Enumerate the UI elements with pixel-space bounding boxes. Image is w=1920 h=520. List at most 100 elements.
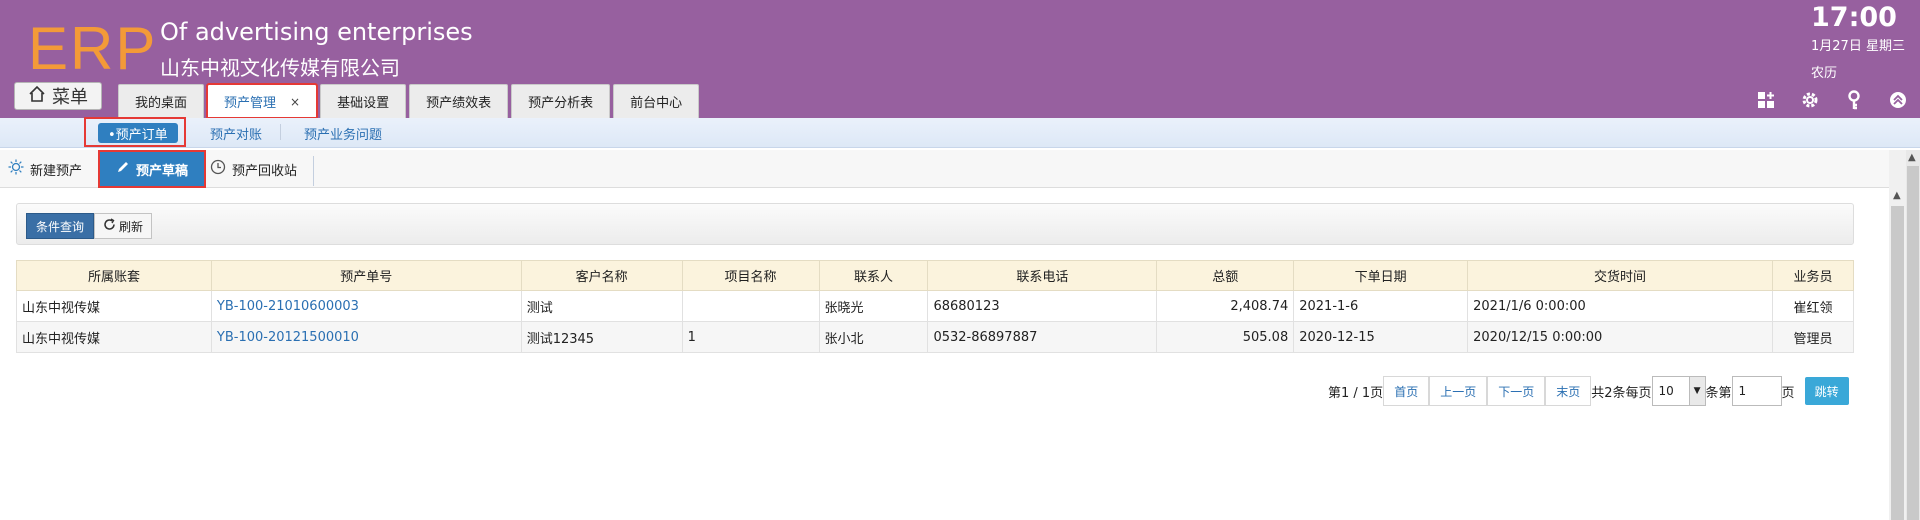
window-scrollbar[interactable]: ▲: [1906, 150, 1920, 520]
subnav-business-issues[interactable]: 预产业务问题: [304, 123, 382, 143]
total-text: 共2条每页: [1591, 385, 1652, 401]
pencil-icon: [116, 160, 130, 178]
column-header[interactable]: 业务员: [1771, 260, 1855, 291]
tab-bar: 我的桌面 预产管理 × 基础设置 预产绩效表 预产分析表 前台中心: [118, 83, 700, 119]
column-header[interactable]: 所属账套: [16, 260, 212, 291]
gear-icon[interactable]: [1800, 90, 1820, 110]
cell-customer: 测试12345: [520, 321, 683, 353]
scrollbar-thumb[interactable]: [1907, 166, 1919, 520]
grid-add-icon[interactable]: [1756, 90, 1776, 110]
page-size-select[interactable]: 10 ▼: [1651, 376, 1706, 406]
collapse-icon[interactable]: [1888, 90, 1908, 110]
column-header[interactable]: 联系人: [818, 260, 929, 291]
separator: [280, 124, 281, 140]
tab-basic-settings[interactable]: 基础设置: [320, 84, 407, 118]
tab-performance-table[interactable]: 预产绩效表: [409, 84, 509, 118]
clock-lunar: 农历: [1811, 66, 1838, 81]
cell-delivery-time: 2021/1/6 0:00:00: [1467, 290, 1773, 322]
clock-time: 17:00: [1811, 2, 1897, 33]
scroll-up-icon[interactable]: ▲: [1908, 152, 1916, 163]
cell-order-date: 2020-12-15: [1293, 321, 1469, 353]
table-row[interactable]: 山东中视传媒 YB-100-20121500010 测试12345 1 张小北 …: [16, 321, 1855, 353]
jump-button[interactable]: 跳转: [1804, 377, 1849, 405]
column-header[interactable]: 联系电话: [927, 260, 1158, 291]
cell-total: 2,408.74: [1156, 290, 1295, 322]
tab-front-center[interactable]: 前台中心: [613, 84, 700, 118]
tab-label: 预产绩效表: [426, 96, 492, 111]
clock-icon: [210, 159, 226, 179]
subnav-reconciliation[interactable]: 预产对账: [210, 123, 262, 143]
tab-preproduction-management[interactable]: 预产管理 ×: [206, 83, 319, 119]
column-header[interactable]: 下单日期: [1293, 260, 1469, 291]
cell-contact: 张小北: [818, 321, 929, 353]
menu-button[interactable]: 菜单: [14, 82, 102, 110]
company-name-cn: 山东中视文化传媒有限公司: [160, 56, 400, 80]
cell-delivery-time: 2020/12/15 0:00:00: [1467, 321, 1773, 353]
first-page-button[interactable]: 首页: [1383, 376, 1430, 406]
tab-label: 前台中心: [630, 96, 683, 111]
clock: 17:00 1月27日 星期三 农历: [1811, 2, 1905, 81]
chevron-down-icon: ▼: [1688, 377, 1705, 405]
page-info: 第1 / 1页: [1328, 385, 1384, 401]
column-header[interactable]: 交货时间: [1467, 260, 1773, 291]
recycle-bin-button[interactable]: 预产回收站: [210, 150, 297, 188]
pagination: 第1 / 1页 首页 上一页 下一页 末页 共2条每页 10 ▼ 条第 1 页 …: [1328, 376, 1849, 406]
tool-label: 新建预产: [30, 163, 83, 179]
cell-project: 1: [681, 321, 820, 353]
refresh-label: 刷新: [118, 219, 143, 234]
tool-label: 预产草稿: [136, 163, 189, 179]
close-icon[interactable]: ×: [290, 95, 300, 109]
scrollbar-thumb[interactable]: [1891, 206, 1904, 520]
erp-window: ERP Of advertising enterprises 山东中视文化传媒有…: [0, 0, 1920, 520]
sub-navigation: •预产订单 预产对账 预产业务问题: [0, 118, 1920, 148]
cell-salesperson: 崔红领: [1771, 290, 1855, 322]
column-header[interactable]: 客户名称: [520, 260, 683, 291]
scroll-up-icon[interactable]: ▲: [1893, 190, 1901, 201]
refresh-button[interactable]: 刷新: [94, 213, 152, 239]
cell-account: 山东中视传媒: [16, 321, 212, 353]
action-toolbar: 新建预产 预产草稿 预产回收站: [0, 150, 1890, 188]
tab-label: 基础设置: [337, 96, 390, 111]
company-name-en: Of advertising enterprises: [160, 18, 473, 46]
column-header[interactable]: 项目名称: [681, 260, 820, 291]
cell-project: [681, 290, 820, 322]
cell-salesperson: 管理员: [1771, 321, 1855, 353]
table-header-row: 所属账套 预产单号 客户名称 项目名称 联系人 联系电话 总额 下单日期 交货时…: [16, 260, 1855, 291]
preproduction-draft-button[interactable]: 预产草稿: [98, 150, 207, 188]
cell-account: 山东中视传媒: [16, 290, 212, 322]
app-header: ERP Of advertising enterprises 山东中视文化传媒有…: [0, 0, 1920, 119]
last-page-button[interactable]: 末页: [1545, 376, 1592, 406]
table-row[interactable]: 山东中视传媒 YB-100-21010600003 测试 张晓光 6868012…: [16, 290, 1855, 322]
order-number-link[interactable]: YB-100-20121500010: [217, 330, 359, 345]
page-number-input[interactable]: 1: [1731, 376, 1782, 406]
condition-query-button[interactable]: 条件查询: [26, 213, 94, 239]
page-size-value: 10: [1658, 384, 1674, 398]
unit-text: 条第: [1705, 385, 1732, 401]
key-icon[interactable]: [1844, 90, 1864, 110]
next-page-button[interactable]: 下一页: [1487, 376, 1546, 406]
column-header[interactable]: 预产单号: [210, 260, 522, 291]
prev-page-button[interactable]: 上一页: [1429, 376, 1488, 406]
separator: [313, 156, 314, 186]
tab-analysis-table[interactable]: 预产分析表: [511, 84, 611, 118]
cell-phone: 0532-86897887: [927, 321, 1158, 353]
cell-order-number: YB-100-21010600003: [210, 290, 522, 322]
tab-label: 预产分析表: [528, 96, 594, 111]
new-preproduction-button[interactable]: 新建预产: [8, 150, 82, 188]
content-scrollbar[interactable]: ▲: [1889, 150, 1906, 520]
orders-table: 所属账套 预产单号 客户名称 项目名称 联系人 联系电话 总额 下单日期 交货时…: [16, 260, 1855, 353]
refresh-icon: [103, 218, 116, 234]
tab-my-desktop[interactable]: 我的桌面: [118, 84, 205, 118]
cell-order-number: YB-100-20121500010: [210, 321, 522, 353]
cell-phone: 68680123: [927, 290, 1158, 322]
cell-customer: 测试: [520, 290, 683, 322]
cell-contact: 张晓光: [818, 290, 929, 322]
order-number-link[interactable]: YB-100-21010600003: [217, 299, 359, 314]
column-header[interactable]: 总额: [1156, 260, 1295, 291]
cell-order-date: 2021-1-6: [1293, 290, 1469, 322]
header-icons: [1756, 90, 1908, 110]
clock-date: 1月27日 星期三: [1811, 39, 1905, 54]
highlight-box: [84, 117, 186, 147]
tab-label: 预产管理: [224, 96, 277, 111]
tool-label: 预产回收站: [232, 163, 298, 179]
